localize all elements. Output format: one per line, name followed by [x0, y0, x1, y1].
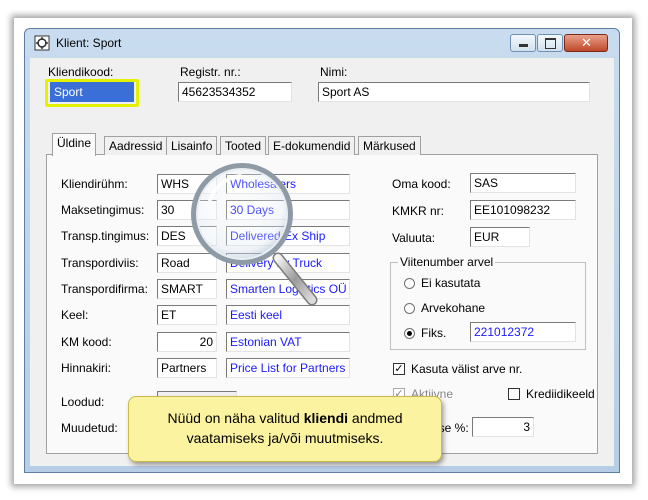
currency-label: Valuuta:: [392, 231, 436, 245]
discount-input[interactable]: 3: [472, 417, 534, 437]
callout-text-bold: kliendi: [303, 410, 349, 426]
vat-code[interactable]: 20: [157, 332, 217, 352]
reg-no-label: Registr. nr.:: [180, 65, 241, 79]
callout-line-2: vaatamiseks ja/või muutmiseks.: [186, 430, 384, 446]
tab-products[interactable]: Tooted: [220, 136, 267, 155]
client-code-label: Kliendikood:: [48, 65, 114, 79]
radio-not-used[interactable]: [404, 278, 415, 289]
credit-block-label: Krediidikeeld: [526, 387, 595, 401]
tab-e-documents[interactable]: E-dokumendid: [268, 136, 356, 155]
tab-general[interactable]: Üldine: [52, 133, 97, 156]
currency-input[interactable]: EUR: [470, 227, 530, 247]
modified-label: Muudetud:: [61, 421, 118, 435]
name-input[interactable]: Sport AS: [318, 82, 590, 102]
field-label: Keel:: [61, 308, 89, 322]
vat-no-label: KMKR nr:: [392, 204, 445, 218]
field-label: Transpordifirma:: [61, 282, 148, 296]
radio-per-invoice-label: Arvekohane: [421, 301, 486, 315]
magnifier-icon: [191, 163, 318, 306]
minimize-icon: [519, 44, 528, 47]
tab-additional-info[interactable]: Lisainfo: [166, 136, 218, 155]
field-label: Transpordiviis:: [61, 256, 139, 270]
radio-fixed-label: Fiks.: [421, 326, 447, 340]
vat-desc[interactable]: Estonian VAT: [226, 332, 350, 352]
radio-not-used-label: Ei kasutata: [421, 276, 481, 290]
window-title: Klient: Sport: [56, 36, 122, 50]
maximize-button[interactable]: [537, 34, 563, 52]
own-code-input[interactable]: SAS: [470, 173, 576, 193]
external-invoice-label: Kasuta välist arve nr.: [411, 362, 523, 376]
app-icon: [34, 35, 50, 51]
radio-per-invoice[interactable]: [404, 303, 415, 314]
field-label: KM kood:: [61, 335, 112, 349]
external-invoice-checkbox[interactable]: ✓: [393, 363, 405, 375]
minimize-button[interactable]: [510, 34, 536, 52]
credit-block-checkbox[interactable]: [508, 388, 520, 400]
tutorial-callout: Nüüd on näha valitud kliendi andmed vaat…: [128, 396, 442, 462]
fixed-reference-input[interactable]: 221012372: [470, 322, 576, 342]
tab-notes[interactable]: Märkused: [358, 136, 421, 155]
own-code-label: Oma kood:: [392, 177, 451, 191]
tab-addresses[interactable]: Aadressid: [104, 136, 168, 155]
maximize-icon: [545, 38, 556, 49]
close-button[interactable]: ✕: [564, 34, 608, 52]
name-label: Nimi:: [320, 65, 348, 79]
field-label: Transp.tingimus:: [61, 229, 150, 243]
callout-line-1: Nüüd on näha valitud kliendi andmed: [129, 408, 441, 428]
field-label: Hinnakiri:: [61, 361, 112, 375]
field-label: Maksetingimus:: [61, 203, 145, 217]
field-label: Kliendirühm:: [61, 177, 128, 191]
price-list-code[interactable]: Partners: [157, 358, 217, 378]
radio-fixed[interactable]: [404, 328, 415, 339]
reference-group-title: Viitenumber arvel: [398, 255, 496, 269]
client-code-highlight: [45, 79, 139, 107]
created-label: Loodud:: [61, 395, 105, 409]
vat-no-input[interactable]: EE101098232: [470, 200, 576, 220]
reg-no-input[interactable]: 45623534352: [178, 82, 292, 102]
callout-text-b: andmed: [348, 410, 403, 426]
callout-text-a: Nüüd on näha valitud: [167, 410, 304, 426]
price-list-desc[interactable]: Price List for Partners: [226, 358, 350, 378]
close-icon: ✕: [581, 35, 592, 50]
